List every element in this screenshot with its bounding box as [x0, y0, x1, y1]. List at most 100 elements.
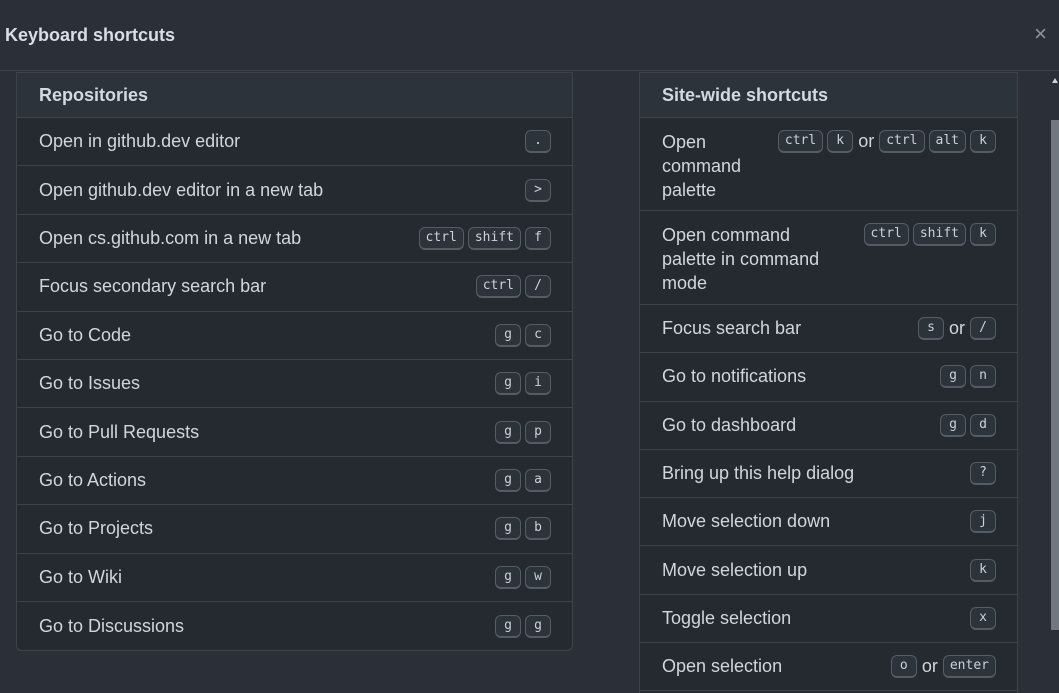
shortcut-label: Open cs.github.com in a new tab	[39, 227, 302, 248]
shortcut-label: Open in github.dev editor	[39, 131, 241, 152]
shortcut-row: Go to Code g c	[17, 312, 572, 360]
key-cap: w	[525, 565, 551, 589]
shortcut-label: Go to notifications	[662, 366, 807, 387]
dialog-title: Keyboard shortcuts	[5, 25, 176, 45]
shortcut-row: Go to Issues g i	[17, 360, 572, 409]
key-cap: x	[970, 606, 996, 630]
key-cap: c	[525, 323, 551, 347]
shortcut-keys: o or enter	[890, 655, 996, 679]
shortcut-row: Open cs.github.com in a new tab ctrl shift…	[17, 215, 572, 264]
key-cap: ctrl	[879, 130, 925, 153]
key-cap: ctrl	[475, 275, 521, 299]
shortcut-label: Focus search bar	[662, 318, 802, 339]
key-cap: s	[917, 317, 944, 341]
shortcut-label: Focus secondary search bar	[39, 276, 267, 297]
key-cap: /	[970, 317, 996, 341]
key-cap: ctrl	[418, 226, 464, 250]
shortcut-keys: gp	[495, 420, 551, 444]
key-cap: g	[495, 614, 521, 638]
key-cap: k	[970, 223, 996, 246]
key-cap: p	[525, 420, 551, 444]
shortcut-keys: gg	[495, 614, 551, 638]
shortcut-label: Go to dashboard	[662, 414, 797, 435]
shortcut-keys: ?	[970, 462, 996, 486]
key-cap: n	[970, 365, 996, 389]
close-icon[interactable]: ×	[1034, 23, 1047, 45]
shortcut-keys: gn	[940, 365, 996, 389]
shortcut-keys: >	[525, 178, 551, 202]
shortcut-row: Toggle selection x	[640, 595, 1017, 644]
shortcut-label: Move selection down	[662, 511, 831, 532]
repositories-panel: Repositories Open in github.dev editor. O…	[16, 72, 573, 651]
key-cap: ctrl	[777, 130, 824, 153]
site-wide-panel: Site-wide shortcuts Open command palette…	[639, 72, 1018, 693]
key-cap: .	[525, 130, 551, 154]
key-cap: g	[495, 323, 521, 347]
shortcut-label: Open selection	[662, 656, 783, 677]
shortcut-keys: x	[970, 606, 996, 630]
shortcut-row: Move selection down j	[640, 498, 1017, 547]
shortcut-row: Focus secondary search bar ctrl /	[17, 263, 572, 312]
key-cap: g	[525, 614, 551, 638]
shortcut-keys: gw	[495, 565, 551, 589]
shortcut-keys: ctrl k or ctrl alt k	[777, 130, 996, 153]
shortcut-keys: gc	[495, 323, 551, 347]
key-cap: shift	[912, 223, 966, 246]
or-separator: or	[948, 318, 965, 339]
repositories-heading: Repositories	[17, 73, 572, 118]
shortcut-label: Go to Code	[39, 324, 132, 345]
scrollbar-thumb[interactable]	[1051, 120, 1059, 630]
key-cap: d	[970, 413, 996, 437]
key-cap: g	[940, 413, 966, 437]
key-cap: k	[970, 130, 996, 153]
or-separator: or	[921, 656, 938, 677]
shortcut-keys: ctrl /	[475, 275, 551, 299]
key-cap: g	[495, 468, 521, 492]
shortcut-row: Go to Actions g a	[17, 457, 572, 506]
key-cap: b	[525, 517, 551, 541]
key-cap: ctrl	[863, 223, 909, 246]
shortcut-row: Focus search bar s or /	[640, 305, 1017, 354]
scroll-up-icon[interactable]	[1052, 78, 1058, 83]
shortcut-row: Open github.dev editor in a new tab >	[17, 166, 572, 215]
key-cap: k	[970, 558, 996, 582]
key-cap: o	[890, 655, 917, 679]
shortcut-keys: .	[525, 130, 551, 154]
shortcut-row: Go to Pull Requests g p	[17, 408, 572, 457]
key-cap: g	[495, 372, 521, 396]
key-cap: g	[495, 565, 521, 589]
dialog-header: Keyboard shortcuts ×	[0, 0, 1059, 71]
shortcut-keys: gb	[495, 517, 551, 541]
shortcut-label: Go to Issues	[39, 373, 141, 394]
shortcut-keys: ctrl shift f	[418, 226, 551, 250]
shortcut-label: Go to Projects	[39, 518, 154, 539]
key-cap: g	[940, 365, 966, 389]
key-cap: g	[495, 420, 521, 444]
key-cap: i	[525, 372, 551, 396]
shortcut-label: Bring up this help dialog	[662, 463, 855, 484]
key-cap: k	[827, 130, 854, 153]
or-separator: or	[858, 131, 875, 151]
shortcut-label: Move selection up	[662, 559, 808, 580]
shortcut-label: Open github.dev editor in a new tab	[39, 179, 324, 200]
shortcut-row: Go to Wiki g w	[17, 554, 572, 602]
shortcut-row: Move selection up k	[640, 546, 1017, 595]
key-cap: shift	[467, 226, 521, 250]
key-cap: /	[525, 275, 551, 299]
shortcut-row: Open command palette in command mode ctrl…	[640, 211, 1017, 305]
key-cap: alt	[928, 130, 966, 153]
key-cap: ?	[970, 462, 996, 486]
shortcut-row: Go to dashboard g d	[640, 402, 1017, 450]
shortcut-row: Go to Discussions g g	[17, 602, 572, 650]
shortcut-label: Go to Discussions	[39, 615, 185, 636]
shortcut-label: Go to Pull Requests	[39, 421, 200, 442]
shortcut-row: Go to notifications g n	[640, 353, 1017, 402]
shortcut-row: Bring up this help dialog?	[640, 450, 1017, 499]
shortcut-keys: j	[970, 510, 996, 534]
shortcut-label: Open command palette in command mode	[662, 225, 820, 293]
key-cap: enter	[942, 655, 996, 679]
shortcut-row: Open command palette ctrl k or ctrl alt k	[640, 118, 1017, 211]
key-cap: f	[525, 226, 551, 250]
shortcut-keys: ga	[495, 468, 551, 492]
shortcut-label: Toggle selection	[662, 607, 792, 628]
